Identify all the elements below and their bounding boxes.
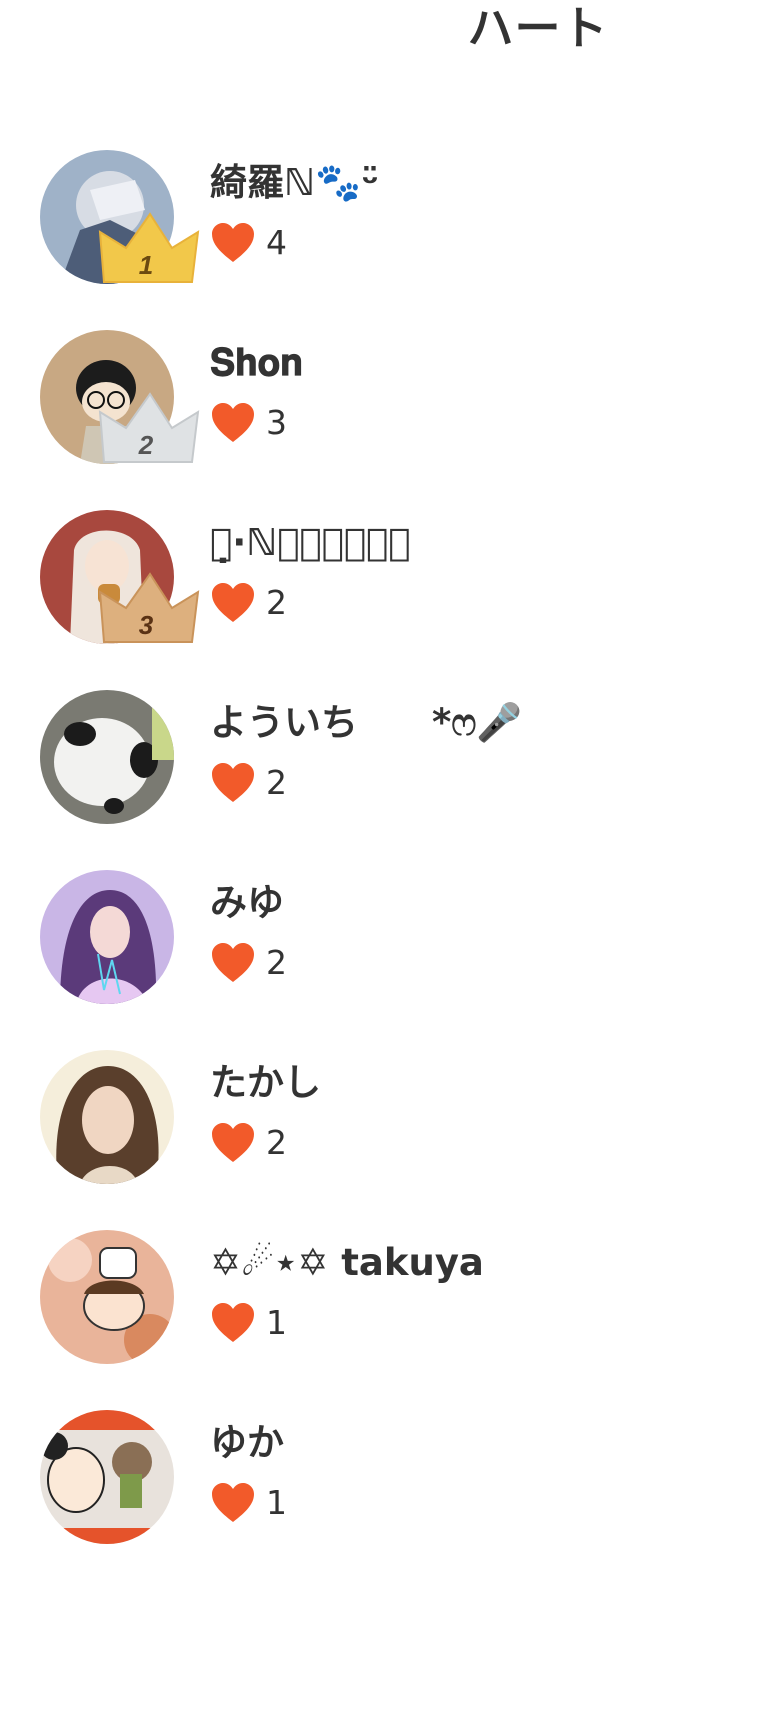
avatar[interactable]: [40, 1230, 174, 1364]
heart-count: 1: [210, 1300, 287, 1346]
avatar[interactable]: [40, 690, 174, 824]
heart-count: 2: [210, 940, 287, 986]
user-name: 綺羅ℕ🐾ᵕ̈: [210, 161, 380, 204]
heart-count-value: 1: [266, 1483, 287, 1522]
list-item[interactable]: 3 〇̣·ℕ𝐚𝐭𝐬𝐮𝐤𝐢 2: [40, 510, 760, 650]
list-item[interactable]: ゆか 1: [40, 1410, 760, 1550]
user-name: よういち *ෆ🎤: [210, 701, 523, 744]
svg-text:2: 2: [138, 430, 154, 460]
crown-silver-icon: 2: [98, 392, 200, 466]
user-name: 𝐒𝐡𝐨𝐧: [210, 341, 303, 384]
heart-count-value: 2: [266, 1123, 287, 1162]
heart-icon: [210, 582, 256, 624]
user-name: たかし: [210, 1061, 321, 1104]
heart-icon: [210, 942, 256, 984]
heart-count: 2: [210, 760, 287, 806]
page-title: ハート: [467, 1, 609, 55]
avatar[interactable]: [40, 1050, 174, 1184]
list-item[interactable]: みゆ 2: [40, 870, 760, 1010]
heart-count: 2: [210, 1120, 287, 1166]
user-name: 〇̣·ℕ𝐚𝐭𝐬𝐮𝐤𝐢: [210, 521, 411, 564]
heart-count-value: 3: [266, 403, 287, 442]
user-name: みゆ: [210, 881, 284, 924]
user-name: ゆか: [210, 1421, 284, 1464]
heart-count: 2: [210, 580, 287, 626]
list-item[interactable]: 2 𝐒𝐡𝐨𝐧 3: [40, 330, 760, 470]
list-item[interactable]: ✡︎☄︎⋆✡︎ takuya 1: [40, 1230, 760, 1370]
heart-icon: [210, 1482, 256, 1524]
heart-icon: [210, 1122, 256, 1164]
heart-count-value: 2: [266, 943, 287, 982]
list-item[interactable]: 1 綺羅ℕ🐾ᵕ̈ 4: [40, 150, 760, 290]
svg-text:3: 3: [139, 610, 154, 640]
avatar[interactable]: [40, 870, 174, 1004]
heart-count: 4: [210, 220, 287, 266]
crown-gold-icon: 1: [98, 212, 200, 286]
list-item[interactable]: たかし 2: [40, 1050, 760, 1190]
svg-text:1: 1: [139, 250, 153, 280]
heart-count-value: 2: [266, 583, 287, 622]
crown-bronze-icon: 3: [98, 572, 200, 646]
heart-count-value: 2: [266, 763, 287, 802]
user-name: ✡︎☄︎⋆✡︎ takuya: [210, 1241, 484, 1284]
heart-icon: [210, 402, 256, 444]
heart-count: 3: [210, 400, 287, 446]
heart-icon: [210, 222, 256, 264]
avatar[interactable]: [40, 1410, 174, 1544]
list-item[interactable]: よういち *ෆ🎤 2: [40, 690, 760, 830]
heart-count-value: 1: [266, 1303, 287, 1342]
heart-count: 1: [210, 1480, 287, 1526]
heart-icon: [210, 1302, 256, 1344]
heart-icon: [210, 762, 256, 804]
heart-count-value: 4: [266, 223, 287, 262]
